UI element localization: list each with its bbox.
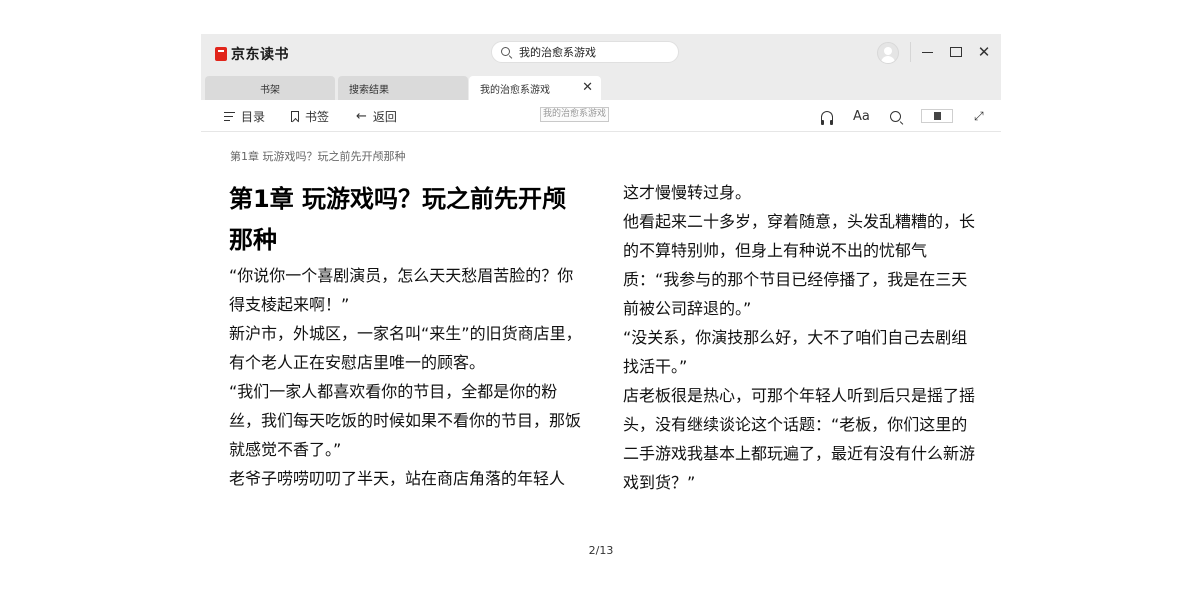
bookmark-fill-icon bbox=[933, 112, 941, 120]
toc-button[interactable]: 目录 bbox=[224, 108, 265, 124]
page-column-right: 这才慢慢转过身。 他看起来二十多岁，穿着随意，头发乱糟糟的，长的不算特别帅，但身… bbox=[623, 178, 983, 497]
paragraph: “没关系，你演技那么好，大不了咱们自己去剧组找活干。” bbox=[623, 328, 968, 376]
title-bar: 京东读书 我的治愈系游戏 ✕ bbox=[201, 34, 1001, 74]
tab-bar: 书架 搜索结果 我的治愈系游戏 ✕ bbox=[201, 74, 1001, 100]
tab-search-results[interactable]: 搜索结果 bbox=[338, 76, 468, 100]
list-icon bbox=[224, 111, 235, 121]
book-logo-icon bbox=[215, 47, 227, 61]
paragraph: 新沪市，外城区，一家名叫“来生”的旧货商店里，有个老人正在安慰店里唯一的顾客。 bbox=[229, 324, 582, 372]
paragraph: 这才慢慢转过身。 bbox=[623, 183, 752, 202]
find-in-book-button[interactable] bbox=[890, 108, 901, 124]
fullscreen-icon: ⤢ bbox=[974, 108, 984, 123]
arrow-left-icon: ← bbox=[356, 108, 367, 124]
paragraph: 老爷子唠唠叨叨了半天，站在商店角落的年轻人 bbox=[229, 469, 566, 488]
tab-label: 我的治愈系游戏 bbox=[480, 84, 550, 96]
reader-window: 京东读书 我的治愈系游戏 ✕ 书架 搜索结果 我的治愈系游戏 ✕ 目录 书签 ←… bbox=[201, 34, 1001, 600]
paragraph: 他看起来二十多岁，穿着随意，头发乱糟糟的，长的不算特别帅，但身上有种说不出的忧郁… bbox=[623, 212, 976, 318]
toc-label: 目录 bbox=[241, 109, 266, 124]
maximize-icon bbox=[950, 47, 962, 57]
add-bookmark-button[interactable] bbox=[921, 109, 953, 123]
window-controls-divider bbox=[910, 42, 911, 62]
paragraph: “你说你一个喜剧演员，怎么天天愁眉苦脸的？你得支棱起来啊！” bbox=[229, 266, 574, 314]
tab-tooltip: 我的治愈系游戏 bbox=[540, 107, 610, 122]
minimize-button[interactable] bbox=[917, 42, 937, 62]
page-column-left: 第1章 玩游戏吗？玩之前先开颅那种 “你说你一个喜剧演员，怎么天天愁眉苦脸的？你… bbox=[229, 176, 589, 493]
chapter-title: 第1章 玩游戏吗？玩之前先开颅那种 bbox=[229, 185, 567, 254]
paragraph: “我们一家人都喜欢看你的节目，全都是你的粉丝，我们每天吃饭的时候如果不看你的节目… bbox=[229, 382, 582, 459]
chapter-breadcrumb: 第1章 玩游戏吗？玩之前先开颅那种 bbox=[230, 150, 406, 163]
font-settings-button[interactable]: Aa bbox=[853, 108, 870, 124]
tab-label: 书架 bbox=[260, 84, 280, 96]
minimize-icon bbox=[921, 51, 933, 53]
search-input[interactable]: 我的治愈系游戏 bbox=[519, 44, 596, 60]
close-icon: ✕ bbox=[977, 43, 991, 61]
bookmark-label: 书签 bbox=[305, 109, 330, 124]
back-label: 返回 bbox=[372, 109, 397, 124]
magnifier-icon bbox=[890, 110, 901, 122]
app-logo-text: 京东读书 bbox=[231, 47, 289, 63]
maximize-button[interactable] bbox=[946, 42, 966, 62]
app-logo: 京东读书 bbox=[215, 43, 289, 65]
close-tab-icon[interactable]: ✕ bbox=[582, 80, 593, 95]
bookmark-icon bbox=[291, 110, 299, 122]
close-window-button[interactable]: ✕ bbox=[974, 42, 994, 62]
page-indicator: 2/13 bbox=[588, 544, 614, 557]
search-box[interactable]: 我的治愈系游戏 bbox=[491, 41, 679, 63]
fullscreen-button[interactable]: ⤢ bbox=[974, 108, 984, 124]
listen-button[interactable] bbox=[821, 108, 833, 125]
tab-bookshelf[interactable]: 书架 bbox=[205, 76, 335, 100]
search-icon[interactable] bbox=[501, 47, 511, 57]
tab-label: 搜索结果 bbox=[349, 84, 389, 96]
headphones-icon bbox=[821, 111, 833, 125]
back-button[interactable]: ← 返回 bbox=[356, 108, 397, 124]
user-avatar[interactable] bbox=[877, 42, 899, 64]
tab-current-book[interactable]: 我的治愈系游戏 ✕ bbox=[469, 76, 601, 100]
paragraph: 店老板很是热心，可那个年轻人听到后只是摇了摇头，没有继续谈论这个话题：“老板，你… bbox=[623, 386, 976, 492]
bookmark-button[interactable]: 书签 bbox=[291, 108, 329, 124]
reader-toolbar: 目录 书签 ← 返回 我的治愈系游戏 Aa ⤢ bbox=[201, 100, 1001, 132]
